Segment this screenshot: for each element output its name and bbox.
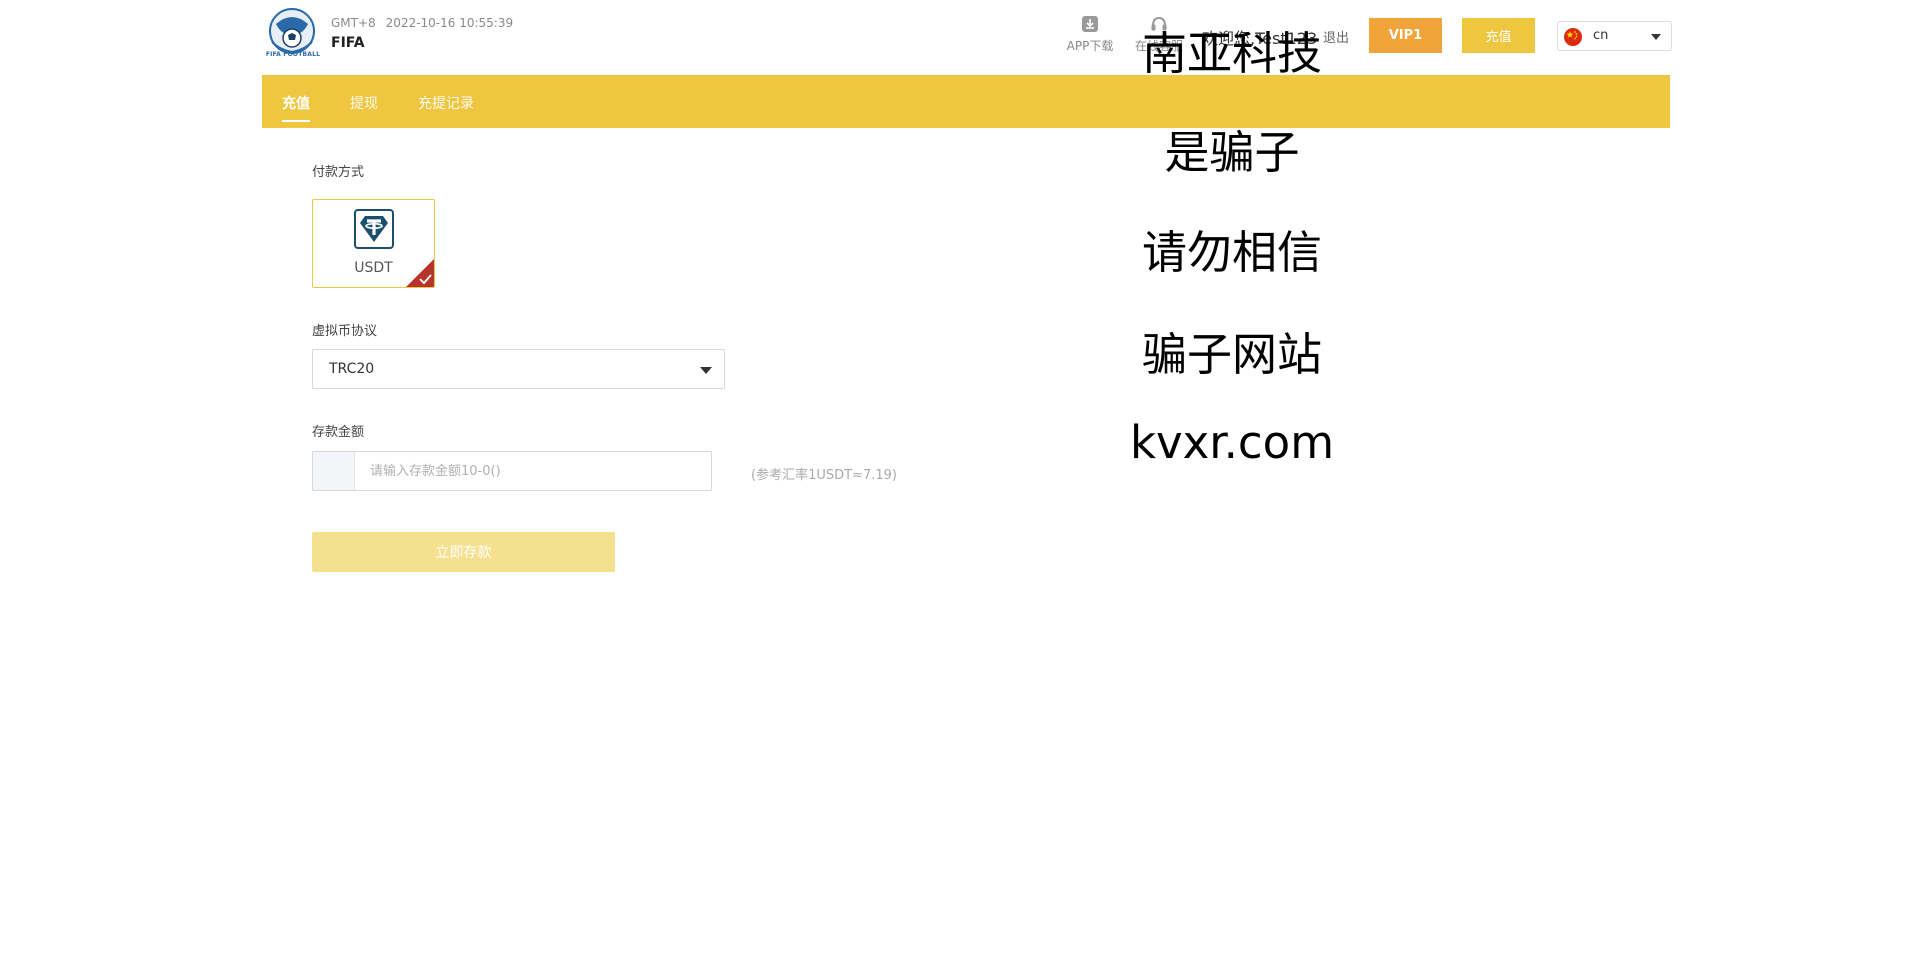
page-container: FIFA FOOTBALL GMT+8 2022-10-16 10:55:39 F… [262,0,1672,966]
tab-recharge[interactable]: 充值 [282,93,310,122]
amount-label: 存款金额 [312,425,365,440]
protocol-label: 虚拟币协议 [312,324,378,339]
language-select[interactable]: cn [1557,21,1672,51]
amount-field [312,451,712,491]
amount-prefix [313,452,355,490]
protocol-value: TRC20 [329,361,375,377]
site-name: FIFA [331,35,365,51]
header-meta: GMT+8 2022-10-16 10:55:39 [331,16,513,30]
overlay-line: kvxr.com [1129,416,1335,469]
vip-button[interactable]: VIP1 [1369,18,1442,53]
overlay-line: 是骗子 [1164,126,1300,179]
logout-link[interactable]: 退出 [1323,27,1349,46]
app-download-button[interactable]: APP下载 [1062,14,1118,54]
chevron-down-icon [1651,34,1661,40]
tab-withdraw[interactable]: 提现 [350,93,378,113]
timezone: GMT+8 [331,16,376,30]
overlay-line: 请勿相信 [1141,226,1322,279]
protocol-select[interactable]: TRC20 [312,349,725,389]
overlay-line: 骗子网站 [1141,328,1322,381]
recharge-button[interactable]: 充值 [1462,18,1535,53]
logo-text: FIFA FOOTBALL [265,51,321,58]
online-service-label: 在线客服 [1134,39,1183,53]
language-value: cn [1593,28,1609,43]
tab-records[interactable]: 充提记录 [418,93,474,113]
tab-bar: 充值 提现 充提记录 [262,75,1670,128]
welcome-text: 欢迎您,Test123 [1202,29,1318,48]
check-icon [406,259,434,287]
datetime: 2022-10-16 10:55:39 [385,16,514,30]
amount-input[interactable] [356,452,711,490]
payment-method-label: 付款方式 [312,165,365,180]
payment-option-usdt[interactable]: USDT [312,199,435,288]
header: FIFA FOOTBALL GMT+8 2022-10-16 10:55:39 F… [262,0,1672,75]
deposit-submit-button[interactable]: 立即存款 [312,532,615,572]
app-download-label: APP下载 [1066,39,1114,53]
headset-icon [1151,16,1167,31]
exchange-rate-note: (参考汇率1USDT≈7.19) [751,468,897,483]
tether-icon [354,209,394,249]
china-flag-icon [1564,28,1582,46]
online-service-button[interactable]: 在线客服 [1131,14,1187,54]
chevron-down-icon [700,367,712,374]
download-icon [1082,16,1098,32]
